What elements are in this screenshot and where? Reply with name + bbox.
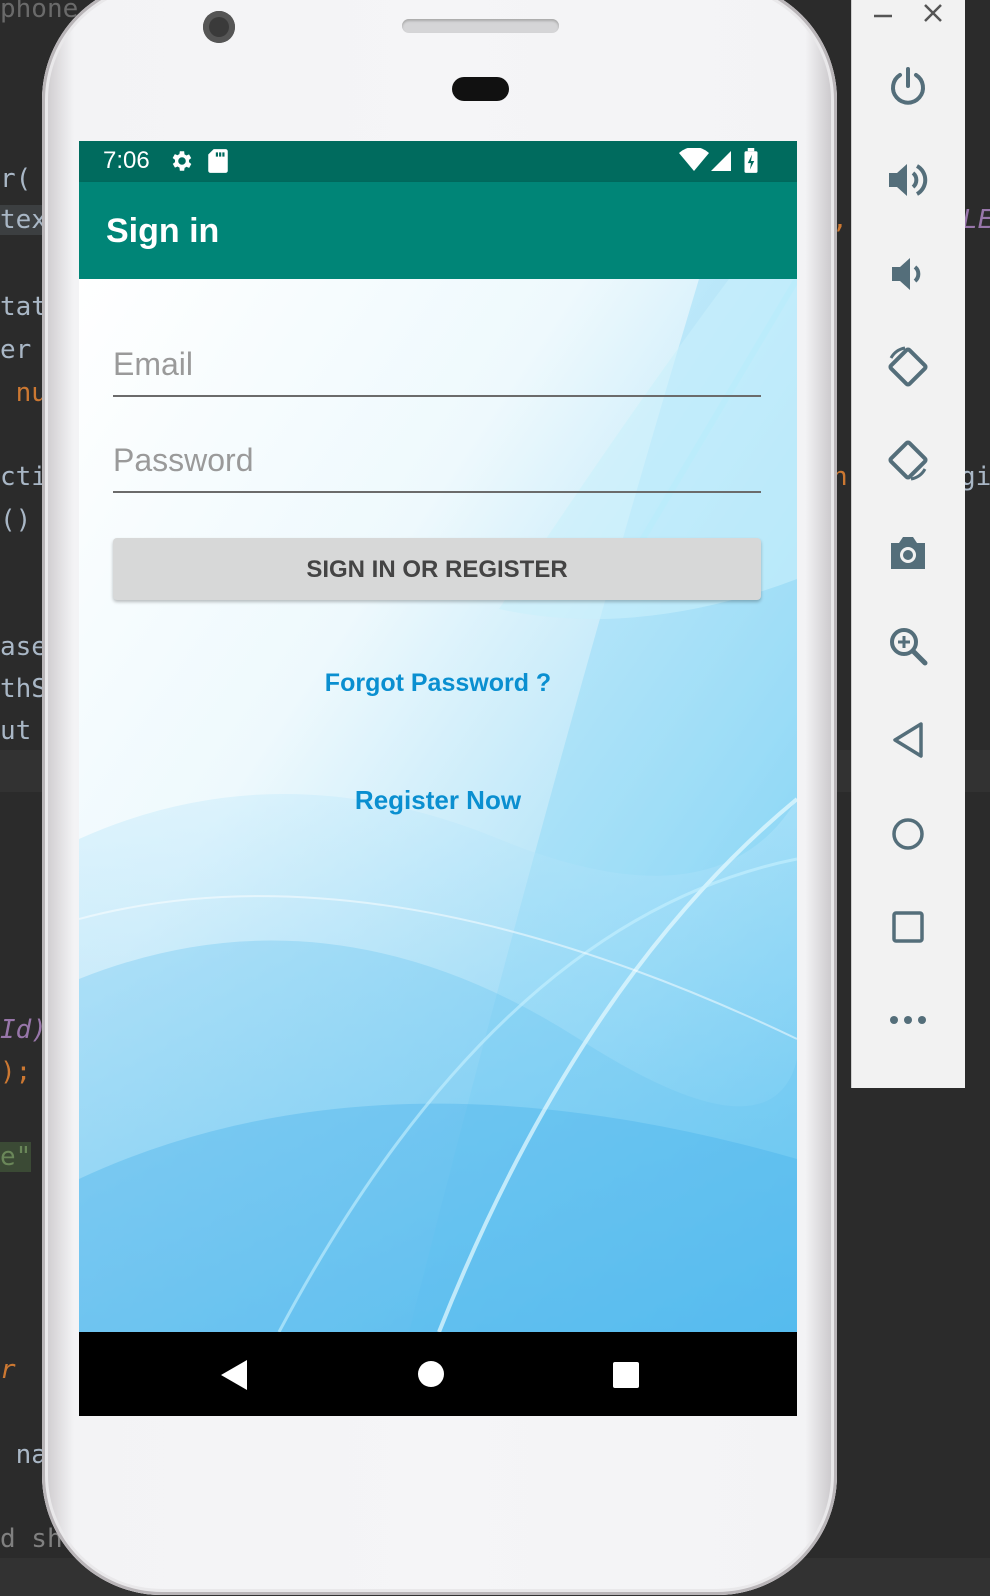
code-fragment: cti bbox=[0, 462, 47, 492]
rotate-right-button[interactable] bbox=[884, 438, 932, 486]
battery-charging-icon bbox=[743, 148, 759, 179]
sign-in-form: SIGN IN OR REGISTER Forgot Password ? Re… bbox=[79, 279, 797, 1332]
zoom-button[interactable] bbox=[884, 624, 932, 672]
status-bar: 7:06 bbox=[79, 141, 797, 182]
code-fragment: r bbox=[0, 1355, 16, 1385]
status-time: 7:06 bbox=[103, 147, 150, 174]
overview-button[interactable] bbox=[884, 905, 932, 953]
home-icon bbox=[890, 816, 926, 857]
home-button[interactable] bbox=[884, 812, 932, 860]
code-fragment: () bbox=[0, 505, 32, 535]
email-field[interactable] bbox=[113, 339, 761, 397]
signal-icon bbox=[709, 148, 733, 179]
code-fragment: na bbox=[0, 1440, 47, 1470]
zoom-icon bbox=[887, 625, 929, 672]
email-input[interactable] bbox=[113, 339, 761, 389]
code-fragment: e" bbox=[0, 1142, 32, 1172]
volume-down-button[interactable] bbox=[884, 252, 932, 300]
code-fragment: ); bbox=[0, 1057, 32, 1087]
back-icon bbox=[890, 721, 926, 764]
page-title: Sign in bbox=[106, 212, 220, 250]
device-screen: 7:06 Sign in Email SIGN IN OR REGISTER F… bbox=[79, 141, 797, 1416]
password-input[interactable] bbox=[113, 435, 761, 485]
camera-icon bbox=[887, 534, 929, 577]
front-camera bbox=[203, 11, 235, 43]
power-icon bbox=[887, 65, 929, 112]
app-bar: Sign in bbox=[79, 182, 797, 279]
volume-down-icon bbox=[888, 254, 928, 299]
code-fragment: tat bbox=[0, 292, 47, 322]
minimize-icon[interactable] bbox=[872, 4, 894, 31]
code-fragment: Id) bbox=[0, 1015, 47, 1045]
code-fragment: tex bbox=[0, 205, 47, 235]
power-button[interactable] bbox=[884, 64, 932, 112]
more-icon bbox=[888, 1013, 928, 1031]
volume-up-button[interactable] bbox=[884, 158, 932, 206]
code-fragment: nu bbox=[0, 378, 47, 408]
earpiece-speaker bbox=[402, 19, 559, 33]
volume-up-icon bbox=[886, 160, 930, 205]
rotate-left-icon bbox=[885, 344, 931, 395]
code-fragment: d sh bbox=[0, 1524, 63, 1554]
nav-back-icon[interactable] bbox=[219, 1359, 249, 1396]
wifi-icon bbox=[679, 147, 709, 179]
code-fragment: er bbox=[0, 335, 32, 365]
sd-card-icon bbox=[207, 148, 229, 179]
nav-overview-icon[interactable] bbox=[612, 1361, 640, 1394]
close-icon[interactable] bbox=[922, 2, 944, 29]
overview-icon bbox=[890, 909, 926, 950]
rotate-left-button[interactable] bbox=[884, 345, 932, 393]
code-fragment: thS bbox=[0, 674, 47, 704]
code-fragment: phone bbox=[0, 0, 79, 24]
forgot-password-link[interactable]: Forgot Password ? bbox=[79, 669, 797, 698]
code-fragment: r( bbox=[0, 164, 32, 194]
rotate-right-icon bbox=[885, 437, 931, 488]
more-button[interactable] bbox=[884, 998, 932, 1046]
nav-home-icon[interactable] bbox=[417, 1360, 445, 1393]
code-fragment: ase bbox=[0, 632, 47, 662]
screenshot-button[interactable] bbox=[884, 531, 932, 579]
gear-icon bbox=[169, 148, 195, 179]
code-fragment: LE bbox=[962, 205, 990, 235]
sign-in-or-register-button[interactable]: SIGN IN OR REGISTER bbox=[113, 538, 761, 600]
emulator-side-panel bbox=[851, 0, 965, 1088]
code-fragment: ut bbox=[0, 716, 32, 746]
password-field[interactable] bbox=[113, 435, 761, 493]
register-now-link[interactable]: Register Now bbox=[79, 785, 797, 816]
back-button[interactable] bbox=[884, 718, 932, 766]
navigation-bar bbox=[79, 1332, 797, 1416]
proximity-sensor bbox=[452, 77, 509, 101]
